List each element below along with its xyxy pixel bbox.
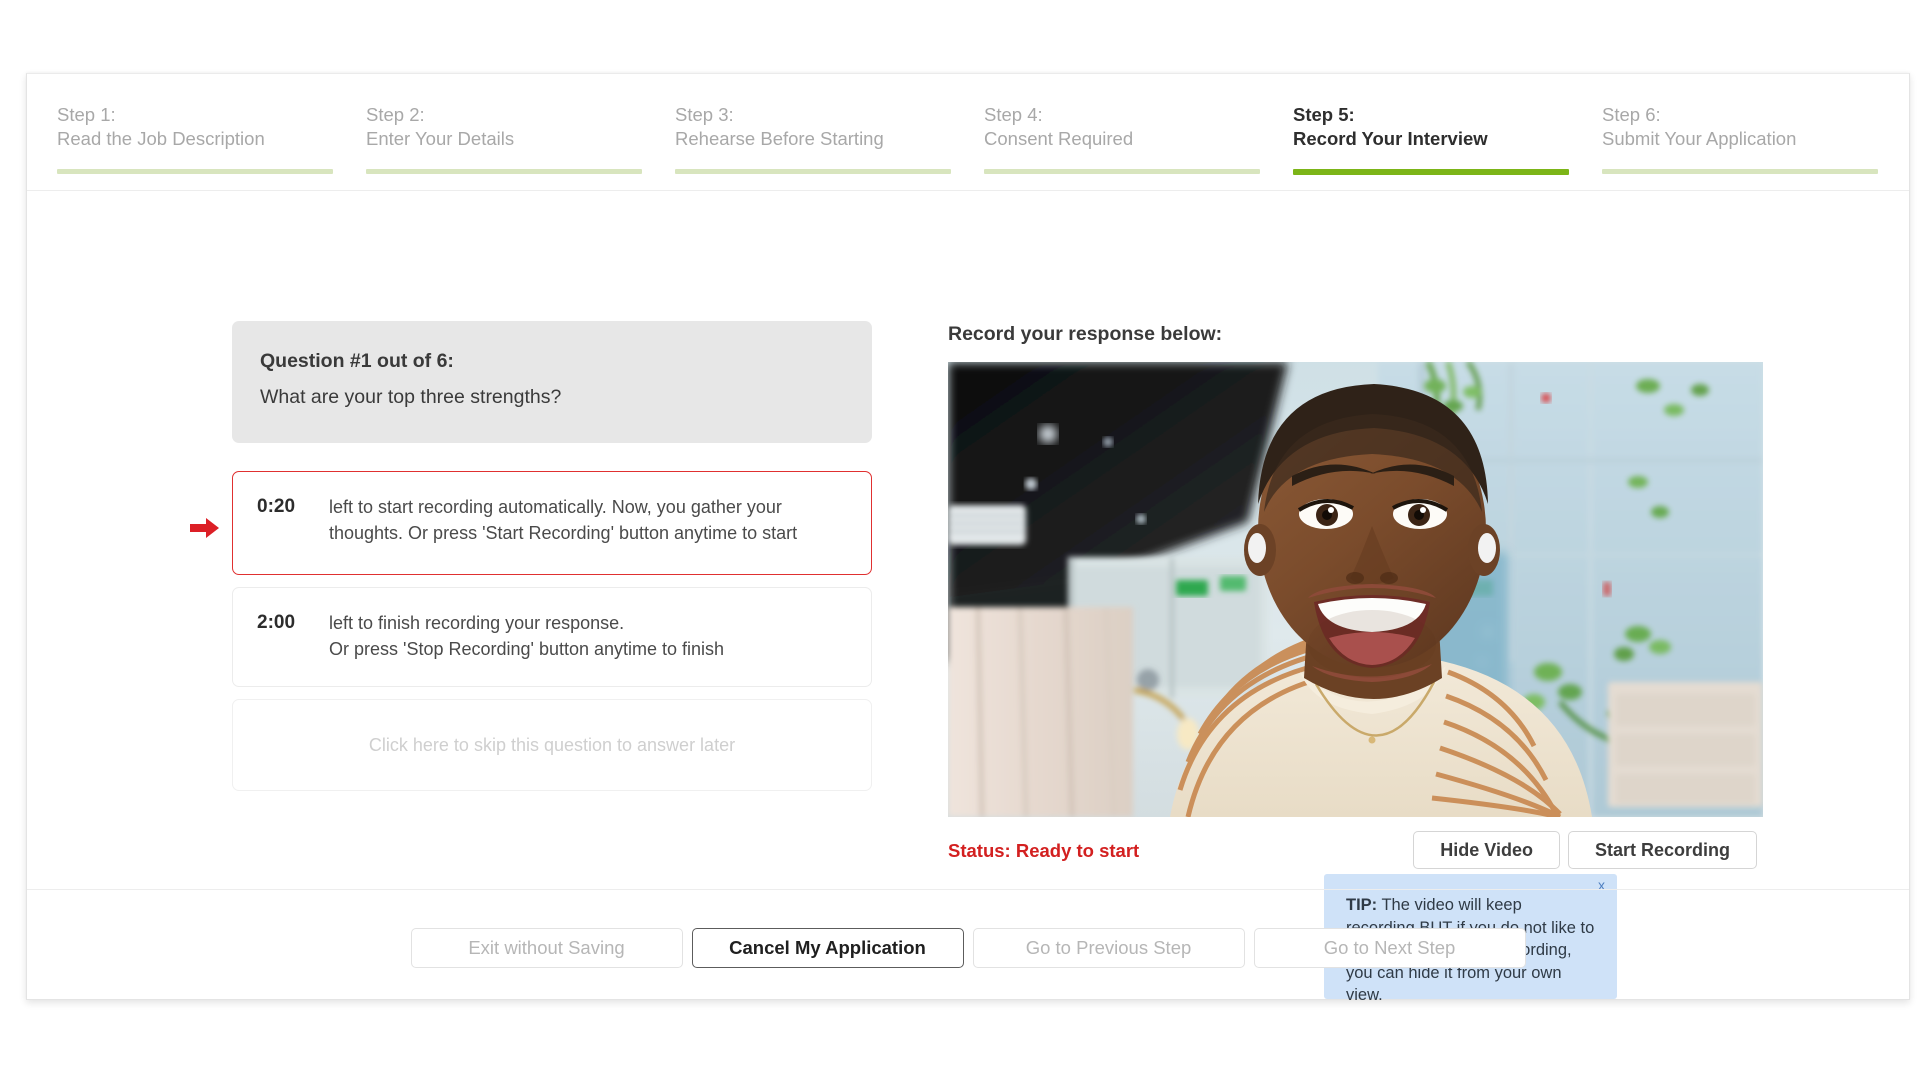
- footer-bar: Exit without Saving Cancel My Applicatio…: [27, 889, 1909, 999]
- main-content: Question #1 out of 6: What are your top …: [27, 191, 1909, 889]
- timer-description-line-1: left to start recording automatically. N…: [329, 497, 782, 517]
- step-number: Step 1:: [57, 104, 116, 125]
- step-item-2[interactable]: Step 2: Enter Your Details: [350, 74, 659, 190]
- step-progress-indicator: [675, 169, 951, 174]
- step-progress-indicator: [366, 169, 642, 174]
- cancel-application-button[interactable]: Cancel My Application: [691, 928, 964, 968]
- step-item-6[interactable]: Step 6: Submit Your Application: [1586, 74, 1895, 190]
- recorder-panel: Record your response below: Status: Read…: [948, 321, 1763, 871]
- application-page-card: Step 1: Read the Job Description Step 2:…: [26, 73, 1910, 1004]
- step-number: Step 5:: [1293, 104, 1355, 125]
- skip-question-label: Click here to skip this question to answ…: [368, 734, 736, 755]
- timer-description: left to finish recording your response. …: [329, 610, 724, 662]
- step-progress-indicator: [984, 169, 1260, 174]
- step-item-3[interactable]: Step 3: Rehearse Before Starting: [659, 74, 968, 190]
- video-preview[interactable]: [948, 362, 1763, 817]
- record-response-heading: Record your response below:: [948, 323, 1223, 345]
- question-box: Question #1 out of 6: What are your top …: [232, 321, 872, 443]
- timer-list: 0:20 left to start recording automatical…: [190, 471, 872, 791]
- step-number: Step 6:: [1602, 104, 1661, 125]
- status-badge: Status: Ready to start: [948, 840, 1140, 861]
- step-progress-indicator-active: [1293, 169, 1569, 175]
- recorder-buttons: Hide Video Start Recording: [1413, 831, 1757, 869]
- question-panel: Question #1 out of 6: What are your top …: [190, 321, 872, 791]
- timer-row-start[interactable]: 0:20 left to start recording automatical…: [190, 471, 872, 575]
- timer-value: 0:20: [257, 496, 296, 517]
- step-title: Record Your Interview: [1293, 128, 1488, 149]
- footer-divider: [27, 889, 1909, 890]
- step-item-1[interactable]: Step 1: Read the Job Description: [41, 74, 350, 190]
- step-title: Read the Job Description: [57, 128, 265, 149]
- step-progress-bar: Step 1: Read the Job Description Step 2:…: [27, 74, 1909, 190]
- step-title: Submit Your Application: [1602, 128, 1797, 149]
- video-controls: Status: Ready to start Hide Video Start …: [948, 831, 1763, 871]
- step-progress-indicator: [57, 169, 333, 174]
- red-arrow-icon: [190, 517, 220, 539]
- go-to-next-step-button[interactable]: Go to Next Step: [1253, 928, 1526, 968]
- exit-without-saving-button[interactable]: Exit without Saving: [410, 928, 683, 968]
- timer-value: 2:00: [257, 612, 296, 633]
- timer-description-line-1: left to finish recording your response.: [329, 613, 625, 633]
- skip-question-button[interactable]: Click here to skip this question to answ…: [232, 699, 872, 791]
- step-progress-indicator: [1602, 169, 1878, 174]
- start-recording-button[interactable]: Start Recording: [1567, 831, 1757, 869]
- timer-row-finish[interactable]: 2:00 left to finish recording your respo…: [232, 587, 872, 687]
- step-title: Rehearse Before Starting: [675, 128, 884, 149]
- step-number: Step 4:: [984, 104, 1043, 125]
- hide-video-button[interactable]: Hide Video: [1413, 831, 1560, 869]
- go-to-previous-step-button[interactable]: Go to Previous Step: [972, 928, 1245, 968]
- timer-description-line-2: Or press 'Stop Recording' button anytime…: [329, 639, 725, 659]
- timer-description-line-2: thoughts. Or press 'Start Recording' but…: [329, 523, 798, 543]
- step-title: Consent Required: [984, 128, 1134, 149]
- step-number: Step 3:: [675, 104, 734, 125]
- step-number: Step 2:: [366, 104, 425, 125]
- timer-description: left to start recording automatically. N…: [329, 494, 797, 546]
- step-title: Enter Your Details: [366, 128, 515, 149]
- question-counter-label: Question #1 out of 6:: [260, 350, 454, 372]
- question-text: What are your top three strengths?: [260, 386, 562, 408]
- step-item-5[interactable]: Step 5: Record Your Interview: [1277, 74, 1586, 190]
- footer-button-group: Exit without Saving Cancel My Applicatio…: [27, 928, 1909, 968]
- step-item-4[interactable]: Step 4: Consent Required: [968, 74, 1277, 190]
